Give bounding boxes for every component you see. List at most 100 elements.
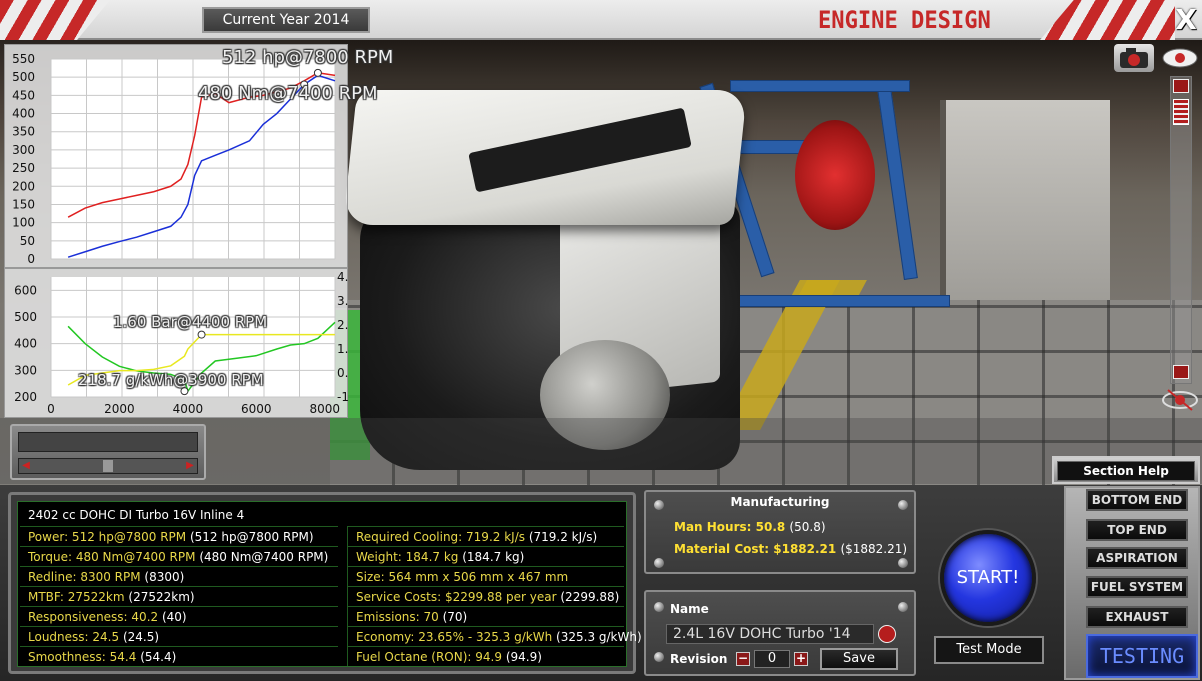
man-hours-raw: (50.8): [789, 520, 826, 534]
decor-stripes: [1040, 0, 1175, 40]
scroll-left-icon[interactable]: ◀: [20, 460, 32, 472]
engine-name-field[interactable]: 2.4L 16V DOHC Turbo '14: [666, 624, 874, 644]
y2-tick-label: 4.0: [337, 270, 349, 284]
x-tick-label: 4000: [173, 402, 204, 416]
y-tick-label: 250: [12, 161, 35, 175]
stat-raw-value: (40): [161, 610, 187, 624]
test-stand-frame: [720, 295, 950, 307]
stat-raw-value: (54.4): [140, 650, 177, 664]
stat-value: Service Costs: $2299.88 per year: [356, 590, 557, 604]
current-year-label: Current Year 2014: [202, 7, 370, 33]
y-tick-label: 300: [12, 143, 35, 157]
bolt-icon: [654, 652, 664, 662]
camera-icon-glyph: [1120, 48, 1148, 68]
y-tick-label: 400: [14, 337, 37, 351]
scroll-down-button[interactable]: [1173, 365, 1189, 379]
stat-row: Loudness: 24.5 (24.5): [20, 626, 338, 646]
top-bar: Current Year 2014 ENGINE DESIGN X: [0, 0, 1202, 40]
section-help-button[interactable]: Section Help: [1052, 456, 1200, 484]
y-tick-label: 400: [12, 107, 35, 121]
y-tick-label: 500: [12, 70, 35, 84]
revision-history-scroller[interactable]: ◀ ▶: [10, 424, 206, 480]
y-tick-label: 0: [27, 252, 35, 266]
reset-view-glyph: [1162, 389, 1198, 411]
tab-aspiration[interactable]: ASPIRATION: [1086, 547, 1188, 569]
boost-annotation: 1.60 Bar@4400 RPM: [113, 313, 268, 331]
stat-row: Emissions: 70 (70): [348, 606, 624, 626]
stat-value: Power: 512 hp@7800 RPM: [28, 530, 187, 544]
bolt-icon: [654, 558, 664, 568]
scroll-right-icon[interactable]: ▶: [184, 460, 196, 472]
material-cost-value: Material Cost: $1882.21: [674, 542, 837, 556]
revision-scrollbar[interactable]: ◀ ▶: [18, 458, 198, 474]
test-mode-button[interactable]: Test Mode: [934, 636, 1044, 664]
manufacturing-panel: Manufacturing Man Hours: 50.8 (50.8) Mat…: [644, 490, 916, 574]
y-tick-label: 550: [12, 52, 35, 66]
stat-raw-value: (94.9): [505, 650, 542, 664]
revision-label: Revision: [670, 652, 728, 666]
stat-row: Required Cooling: 719.2 kJ/s (719.2 kJ/s…: [348, 526, 624, 546]
engine-name-panel: Name 2.4L 16V DOHC Turbo '14 Revision − …: [644, 590, 916, 676]
y-tick-label: 350: [12, 125, 35, 139]
save-button[interactable]: Save: [820, 648, 898, 670]
dyno-flywheel: [795, 120, 875, 230]
tab-testing[interactable]: TESTING: [1086, 634, 1198, 678]
bolt-icon: [898, 602, 908, 612]
stat-value: Size: 564 mm x 506 mm x 467 mm: [356, 570, 569, 584]
test-stand-frame: [730, 80, 910, 92]
x-tick-label: 6000: [241, 402, 272, 416]
manufacturing-title: Manufacturing: [730, 495, 830, 509]
tab-top-end[interactable]: TOP END: [1086, 519, 1188, 541]
revision-decrement-button[interactable]: −: [736, 652, 750, 666]
economy-boost-chart: 200300400500600-1.00.01.02.03.04.0020004…: [4, 268, 349, 418]
y2-tick-label: 2.0: [337, 318, 349, 332]
eye-icon[interactable]: [1160, 44, 1200, 72]
stat-raw-value: (27522km): [128, 590, 195, 604]
y-tick-label: 50: [20, 234, 35, 248]
material-cost-raw: ($1882.21): [840, 542, 908, 556]
y2-tick-label: 1.0: [337, 342, 349, 356]
stat-row: Economy: 23.65% - 325.3 g/kWh (325.3 g/k…: [348, 626, 642, 646]
stat-raw-value: (70): [442, 610, 468, 624]
tab-exhaust[interactable]: EXHAUST: [1086, 606, 1188, 628]
tab-fuel-system[interactable]: FUEL SYSTEM: [1086, 576, 1188, 598]
scroll-thumb[interactable]: [1173, 99, 1189, 125]
y-tick-label: 500: [14, 310, 37, 324]
engine-stats-frame: 2402 cc DOHC DI Turbo 16V Inline 4 Power…: [8, 492, 642, 674]
y-tick-label: 200: [14, 390, 37, 404]
eye-icon-glyph: [1162, 48, 1198, 68]
stat-value: Responsiveness: 40.2: [28, 610, 159, 624]
revision-scroll-thumb[interactable]: [103, 460, 113, 472]
y-tick-label: 300: [14, 363, 37, 377]
start-button[interactable]: START!: [940, 530, 1036, 626]
stat-raw-value: (8300): [144, 570, 185, 584]
peak-marker: [313, 68, 322, 77]
x-tick-label: 8000: [309, 402, 340, 416]
stat-raw-value: (24.5): [122, 630, 160, 644]
revision-increment-button[interactable]: +: [794, 652, 808, 666]
engine-spec-header: 2402 cc DOHC DI Turbo 16V Inline 4: [28, 508, 245, 522]
page-title: ENGINE DESIGN: [818, 6, 991, 34]
stat-row: Smoothness: 54.4 (54.4): [20, 646, 338, 666]
revision-history-display: [18, 432, 198, 452]
stat-row: Service Costs: $2299.88 per year (2299.8…: [348, 586, 624, 606]
stat-row: Fuel Octane (RON): 94.9 (94.9): [348, 646, 624, 666]
bsfc-annotation: 218.7 g/kWh@3900 RPM: [78, 371, 264, 389]
camera-icon[interactable]: [1114, 44, 1154, 72]
y-tick-label: 450: [12, 88, 35, 102]
refresh-name-icon[interactable]: [878, 625, 896, 643]
stat-value: Weight: 184.7 kg: [356, 550, 459, 564]
reset-view-icon[interactable]: [1160, 388, 1200, 412]
view-zoom-scrollbar[interactable]: [1170, 76, 1192, 384]
scroll-up-button[interactable]: [1173, 79, 1189, 93]
stat-raw-value: (480 Nm@7400 RPM): [199, 550, 329, 564]
tab-bottom-end[interactable]: BOTTOM END: [1086, 489, 1188, 511]
y2-tick-label: 0.0: [337, 366, 349, 380]
stat-row: MTBF: 27522km (27522km): [20, 586, 338, 606]
stat-raw-value: (719.2 kJ/s): [528, 530, 598, 544]
x-tick-label: 2000: [104, 402, 135, 416]
engine-stats-table: 2402 cc DOHC DI Turbo 16V Inline 4 Power…: [17, 501, 642, 667]
y-tick-label: 200: [12, 179, 35, 193]
close-button[interactable]: X: [1172, 4, 1200, 36]
stat-row: Responsiveness: 40.2 (40): [20, 606, 338, 626]
